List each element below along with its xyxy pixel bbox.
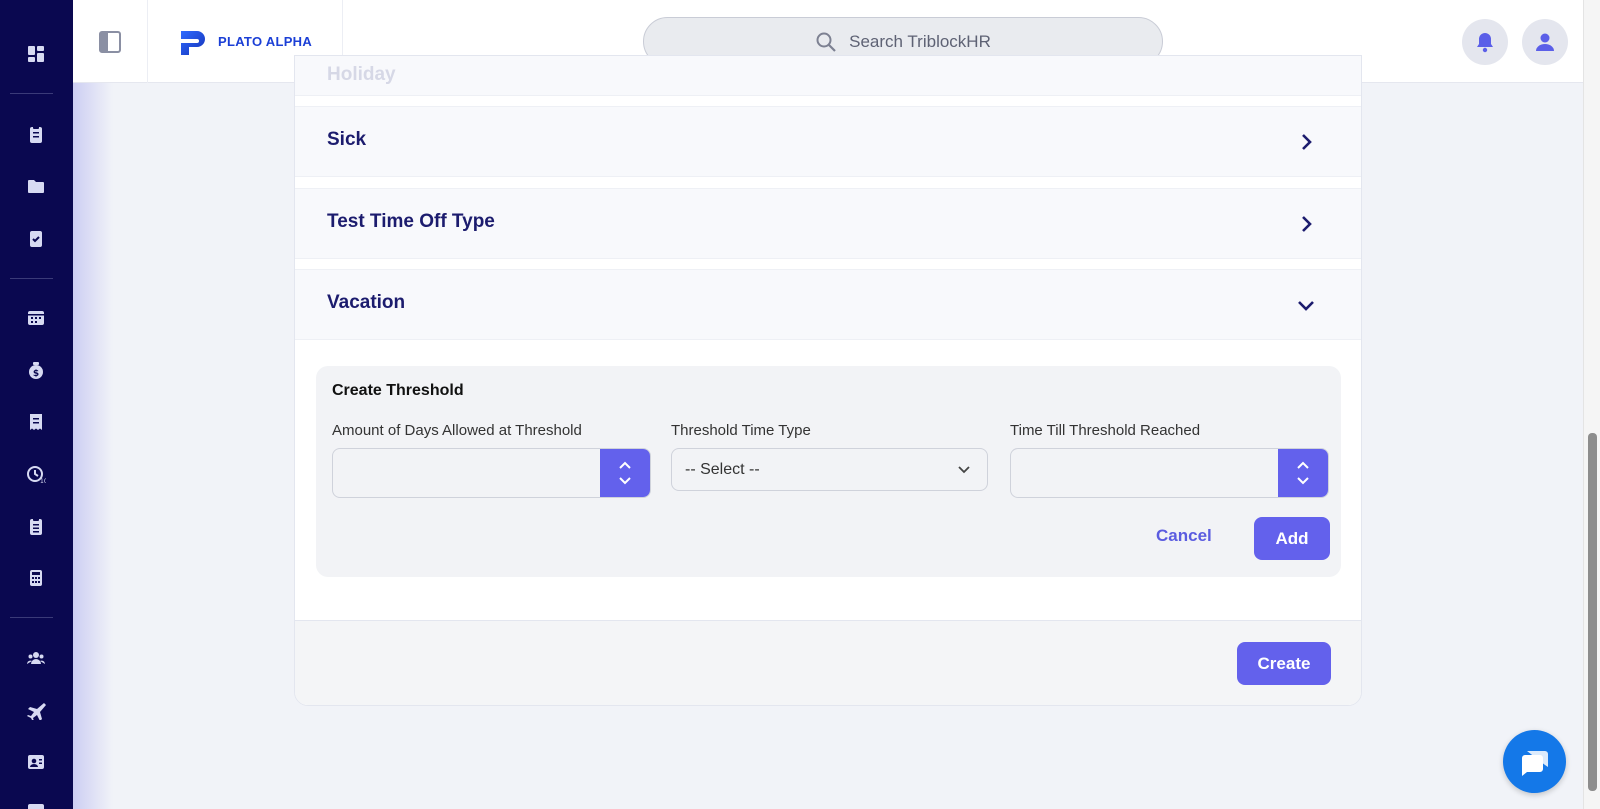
contact-card-icon[interactable] [25, 751, 47, 773]
sidebar-toggle-button[interactable] [73, 0, 148, 83]
logo-mark-icon [181, 30, 205, 55]
sidebar-shadow [73, 0, 113, 809]
chevron-down-icon[interactable] [1296, 476, 1310, 486]
receipt-icon[interactable] [25, 411, 47, 433]
amount-days-label: Amount of Days Allowed at Threshold [332, 422, 582, 439]
create-threshold-panel: Create Threshold Amount of Days Allowed … [316, 366, 1341, 577]
brand-name: PLATO ALPHA [218, 34, 313, 49]
chevron-down-icon [957, 463, 971, 477]
notifications-button[interactable] [1462, 19, 1508, 65]
folder-icon[interactable] [25, 175, 47, 197]
accordion-row-vacation[interactable]: Vacation [295, 269, 1361, 340]
accordion-row-faded[interactable]: Holiday [295, 56, 1361, 96]
time-off-types-card: Holiday Sick Test Time Off Type Vacation… [294, 55, 1362, 706]
time-till-threshold-label: Time Till Threshold Reached [1010, 422, 1201, 439]
accordion-title: Sick [327, 129, 367, 150]
calculator-icon[interactable] [25, 567, 47, 589]
accordion-row-sick[interactable]: Sick [295, 106, 1361, 177]
chevron-up-icon[interactable] [618, 460, 632, 470]
user-menu-button[interactable] [1522, 19, 1568, 65]
add-button[interactable]: Add [1254, 517, 1330, 560]
search-icon [816, 32, 836, 52]
calendar-icon[interactable] [25, 306, 47, 328]
time-till-threshold-input[interactable] [1010, 448, 1329, 498]
card-footer: Create [295, 620, 1361, 705]
plane-icon[interactable] [25, 699, 47, 721]
accordion-faded-label: Holiday [327, 64, 396, 85]
clipboard-icon[interactable] [25, 123, 47, 145]
accordion-title: Vacation [327, 292, 406, 313]
accordion-row-test-time-off-type[interactable]: Test Time Off Type [295, 188, 1361, 259]
threshold-time-type-value: -- Select -- [685, 461, 760, 478]
sidebar: $ 10 [0, 0, 73, 809]
chevron-right-icon [1295, 131, 1317, 153]
calendar-partial-icon[interactable] [25, 799, 47, 809]
chevron-down-icon[interactable] [618, 476, 632, 486]
scrollbar-thumb[interactable] [1588, 433, 1597, 791]
chevron-right-icon [1295, 213, 1317, 235]
page-scrollbar[interactable] [1583, 0, 1600, 809]
create-threshold-title: Create Threshold [332, 382, 464, 399]
amount-days-input[interactable] [332, 448, 651, 498]
chevron-down-icon [1295, 294, 1317, 316]
svg-text:10: 10 [40, 478, 46, 484]
create-button[interactable]: Create [1237, 642, 1331, 685]
dashboard-icon[interactable] [25, 43, 47, 65]
svg-text:$: $ [33, 369, 39, 379]
clipboard-list-icon[interactable] [25, 515, 47, 537]
users-icon[interactable] [25, 647, 47, 669]
sidebar-divider [10, 617, 53, 618]
sidebar-toggle-icon [99, 30, 121, 53]
user-icon [1536, 33, 1554, 51]
chat-bubble-icon [1521, 750, 1548, 776]
checklist-icon[interactable] [25, 227, 47, 249]
amount-days-stepper[interactable] [600, 449, 650, 497]
search-placeholder: Search TriblockHR [849, 31, 991, 51]
cancel-button[interactable]: Cancel [1156, 526, 1212, 546]
money-bag-icon[interactable]: $ [25, 359, 47, 381]
sidebar-divider [10, 278, 53, 279]
threshold-time-type-select[interactable]: -- Select -- [671, 448, 988, 491]
timer-icon[interactable]: 10 [25, 463, 47, 485]
threshold-time-type-label: Threshold Time Type [671, 422, 811, 439]
time-till-threshold-stepper[interactable] [1278, 449, 1328, 497]
chevron-up-icon[interactable] [1296, 460, 1310, 470]
accordion-title: Test Time Off Type [327, 211, 495, 232]
chat-button[interactable] [1503, 730, 1566, 793]
sidebar-divider [10, 93, 53, 94]
bell-icon [1477, 33, 1493, 53]
